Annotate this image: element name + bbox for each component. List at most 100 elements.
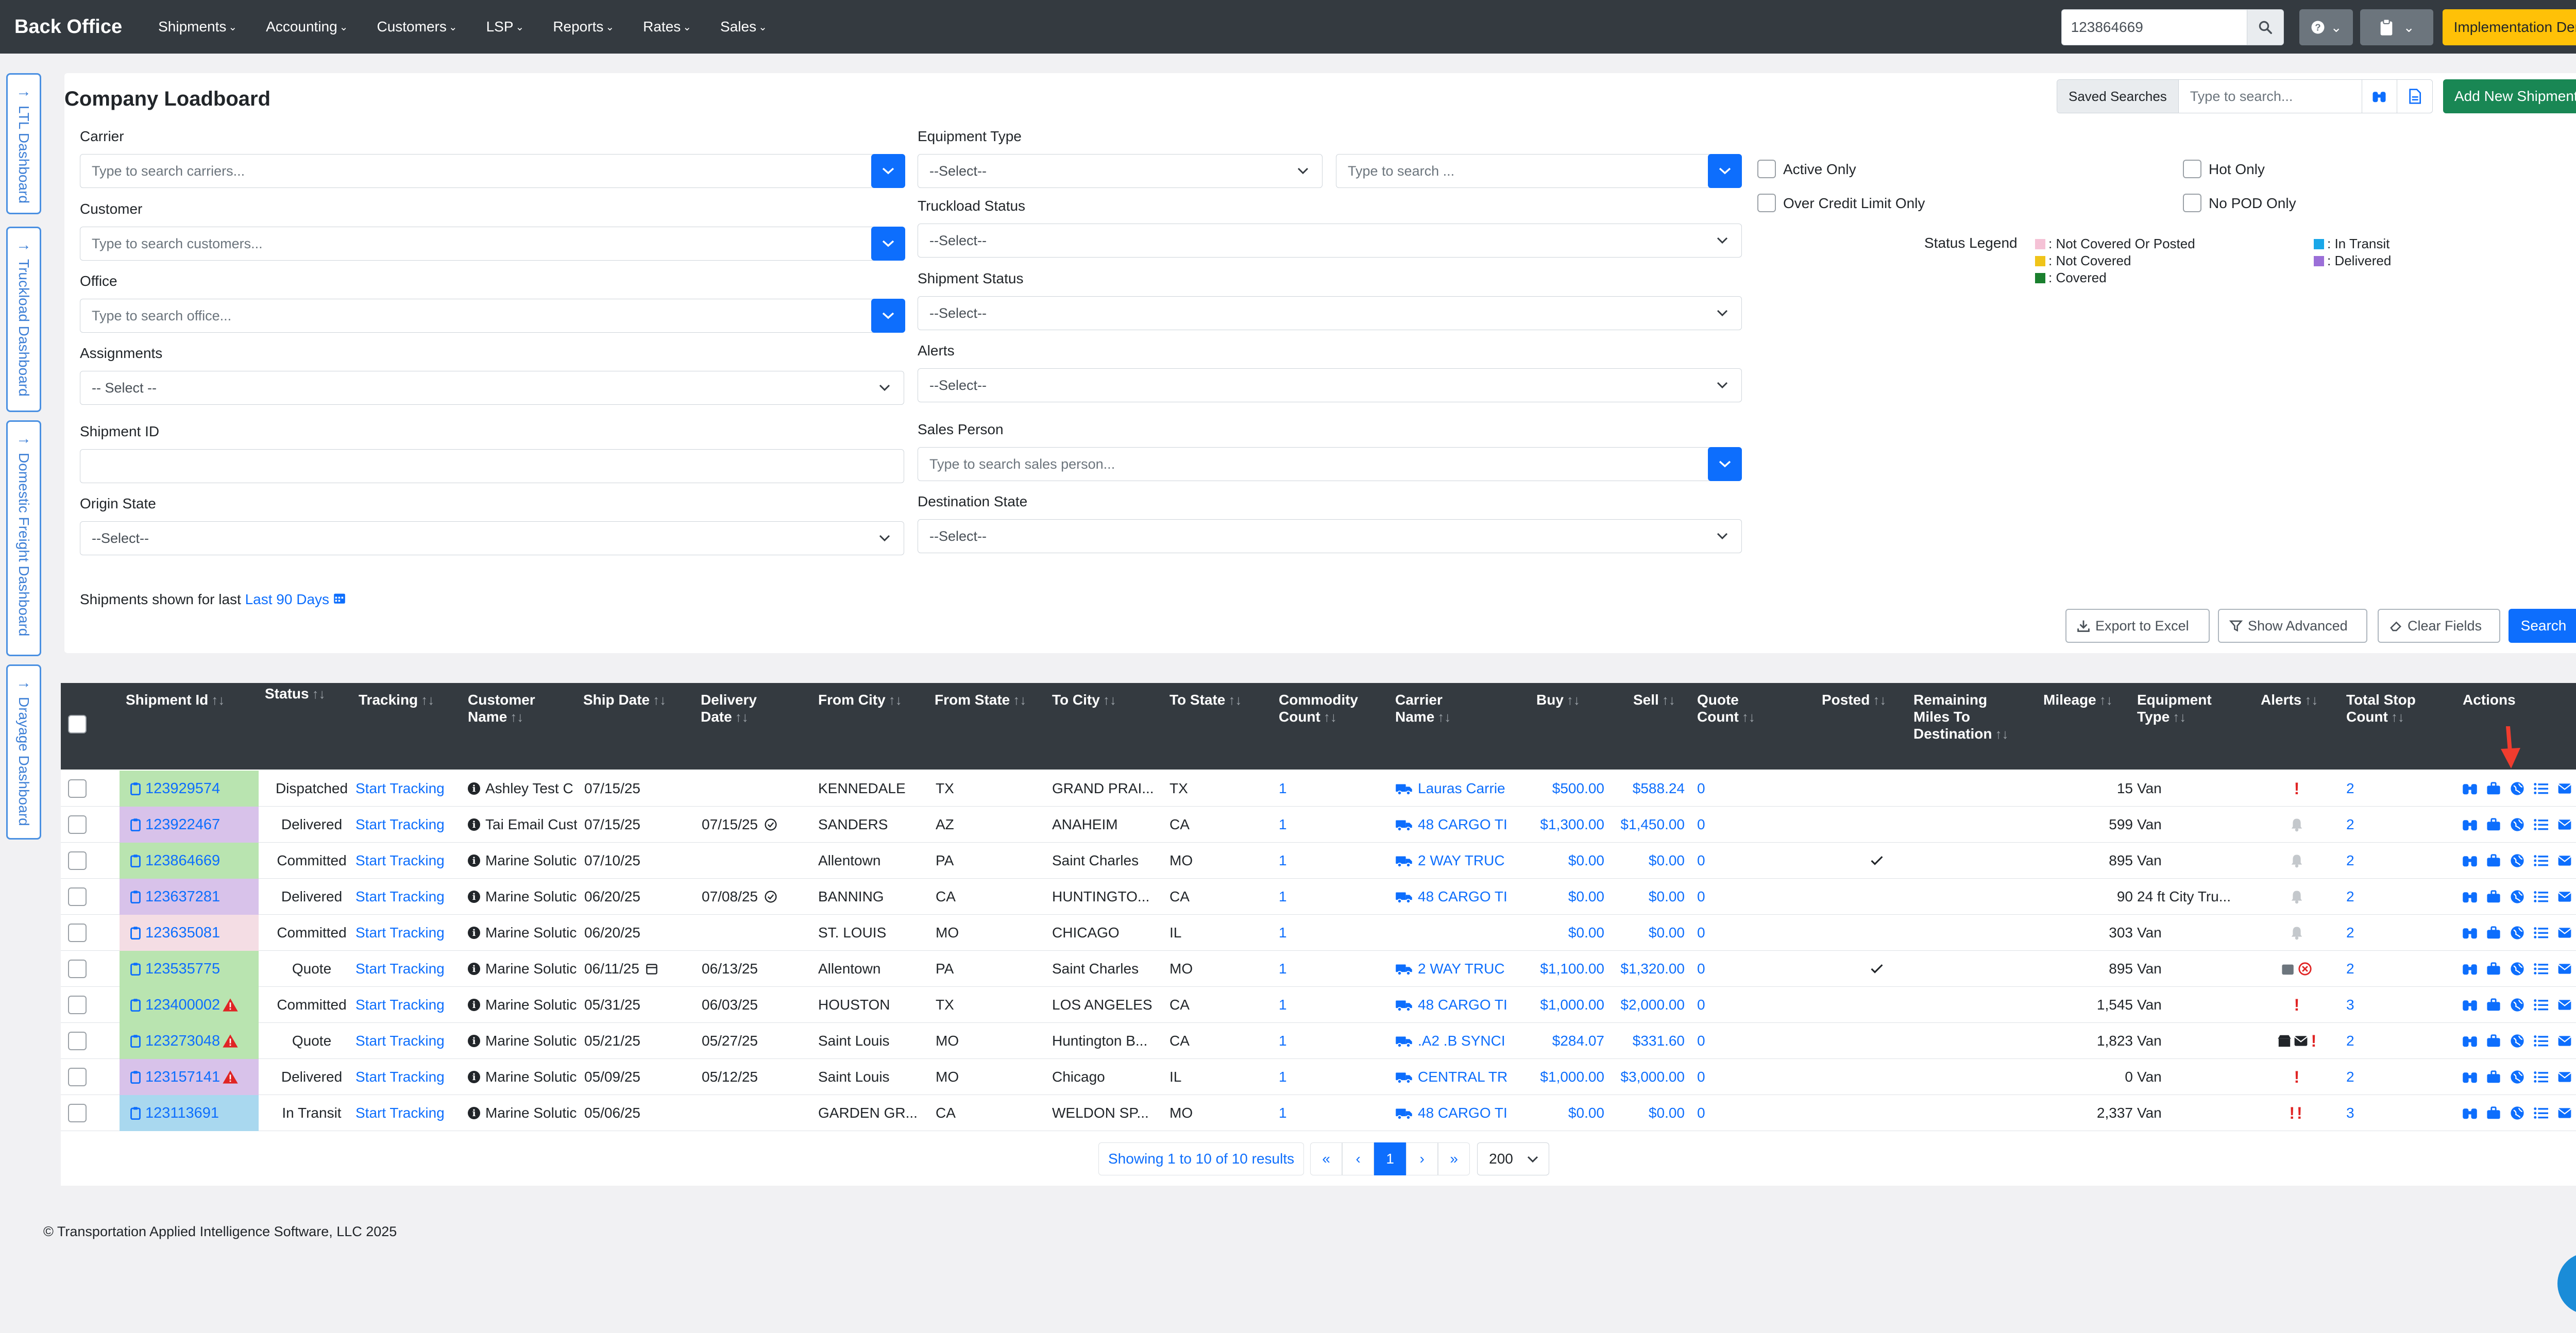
office-input[interactable]: Type to search office... [80, 299, 887, 333]
date-range-link[interactable]: Last 90 Days [245, 591, 329, 607]
briefcase-icon[interactable] [2485, 997, 2502, 1013]
sell-link[interactable]: $1,450.00 [1606, 807, 1685, 843]
last-page-button[interactable]: » [1438, 1142, 1470, 1175]
alert-exclamation-icon[interactable]: ! [2311, 1032, 2317, 1051]
buy-link[interactable]: $1,300.00 [1522, 807, 1604, 843]
info-icon[interactable]: i [468, 1107, 480, 1119]
binoculars-icon[interactable] [2462, 997, 2478, 1013]
row-checkbox[interactable] [68, 996, 87, 1014]
select-all-checkbox[interactable] [68, 715, 87, 733]
carrier-link[interactable]: 2 WAY TRUC [1395, 843, 1518, 879]
carrier-link[interactable]: .A2 .B SYNCI [1395, 1023, 1518, 1059]
binoculars-icon[interactable] [2462, 1033, 2478, 1049]
sell-link[interactable]: $0.00 [1606, 1095, 1685, 1131]
quote-count-link[interactable]: 0 [1697, 771, 1800, 807]
shipment-id-link[interactable]: 123922467 [120, 807, 259, 843]
header-alerts[interactable]: Alerts ↑↓ [2261, 691, 2318, 709]
first-page-button[interactable]: « [1310, 1142, 1343, 1175]
start-tracking-link[interactable]: Start Tracking [355, 987, 459, 1023]
shipment-id-input[interactable] [80, 449, 904, 483]
origin-state-select[interactable]: --Select-- [80, 521, 904, 555]
sell-link[interactable]: $331.60 [1606, 1023, 1685, 1059]
start-tracking-link[interactable]: Start Tracking [355, 843, 459, 879]
commodity-count-link[interactable]: 1 [1279, 1095, 1382, 1131]
start-tracking-link[interactable]: Start Tracking [355, 771, 459, 807]
saved-searches-input[interactable]: Type to search... [2179, 80, 2362, 113]
shipment-id-link[interactable]: 123273048 [120, 1023, 259, 1059]
envelope-icon[interactable] [2294, 1035, 2308, 1047]
carrier-link[interactable]: Lauras Carrie [1395, 771, 1518, 807]
quote-count-link[interactable]: 0 [1697, 1059, 1800, 1095]
office-dropdown-button[interactable] [871, 299, 905, 333]
help-dropdown-button[interactable]: ? ⌄ [2299, 9, 2353, 45]
binoculars-icon[interactable] [2462, 852, 2478, 869]
shipment-id-link[interactable]: 123864669 [120, 843, 259, 879]
list-icon[interactable] [2533, 780, 2549, 797]
row-checkbox[interactable] [68, 815, 87, 834]
binoculars-icon[interactable] [2462, 1105, 2478, 1121]
envelope-icon[interactable] [2556, 852, 2573, 869]
total-stop-count-link[interactable]: 2 [2346, 1059, 2408, 1095]
export-to-excel-button[interactable]: Export to Excel [2065, 609, 2210, 643]
sell-link[interactable]: $3,000.00 [1606, 1059, 1685, 1095]
list-icon[interactable] [2533, 816, 2549, 833]
briefcase-icon[interactable] [2485, 1105, 2502, 1121]
envelope-icon[interactable] [2556, 961, 2573, 977]
envelope-icon[interactable] [2556, 1033, 2573, 1049]
buy-link[interactable]: $500.00 [1522, 771, 1604, 807]
shipment-id-link[interactable]: 123535775 [120, 951, 259, 987]
shipment-id-link[interactable]: 123635081 [120, 915, 259, 951]
carrier-link[interactable]: CENTRAL TR [1395, 1059, 1518, 1095]
header-delivery-date[interactable]: Delivery Date ↑↓ [701, 691, 804, 726]
carrier-link[interactable] [1395, 915, 1518, 951]
alerts-select[interactable]: --Select-- [918, 368, 1742, 402]
commodity-count-link[interactable]: 1 [1279, 951, 1382, 987]
show-advanced-button[interactable]: Show Advanced [2218, 609, 2367, 643]
total-stop-count-link[interactable]: 2 [2346, 771, 2408, 807]
alert-exclamation-icon[interactable]: ! [2294, 1068, 2300, 1087]
nav-lsp[interactable]: LSP ⌄ [486, 19, 524, 35]
row-checkbox[interactable] [68, 1068, 87, 1086]
briefcase-icon[interactable] [2485, 888, 2502, 905]
save-search-button[interactable] [2362, 80, 2397, 113]
header-tracking[interactable]: Tracking ↑↓ [359, 691, 434, 709]
open-saved-search-button[interactable] [2397, 80, 2432, 113]
info-icon[interactable]: i [468, 818, 480, 831]
list-icon[interactable] [2533, 1069, 2549, 1085]
nav-customers[interactable]: Customers ⌄ [377, 19, 457, 35]
carrier-link[interactable]: 2 WAY TRUC [1395, 951, 1518, 987]
row-checkbox[interactable] [68, 779, 87, 798]
globe-icon[interactable] [2509, 888, 2526, 905]
info-icon[interactable]: i [468, 963, 480, 975]
briefcase-icon[interactable] [2485, 852, 2502, 869]
alert-exclamation-icon[interactable]: ! [2294, 996, 2300, 1015]
header-customer-name[interactable]: Customer Name ↑↓ [468, 691, 555, 726]
quote-count-link[interactable]: 0 [1697, 915, 1800, 951]
buy-link[interactable]: $1,000.00 [1522, 1059, 1604, 1095]
active-only-checkbox[interactable] [1757, 160, 1776, 178]
cancel-circle-icon[interactable] [2298, 962, 2312, 976]
total-stop-count-link[interactable]: 3 [2346, 987, 2408, 1023]
environment-dropdown[interactable]: Implementation Demo ⌄ [2442, 9, 2576, 45]
equipment-type-search-input[interactable]: Type to search ... [1336, 154, 1720, 188]
envelope-icon[interactable] [2556, 925, 2573, 941]
info-icon[interactable]: i [468, 1035, 480, 1047]
buy-link[interactable]: $1,000.00 [1522, 987, 1604, 1023]
header-shipment-id[interactable]: Shipment Id ↑↓ [126, 691, 225, 709]
briefcase-icon[interactable] [2485, 925, 2502, 941]
header-sell[interactable]: Sell ↑↓ [1633, 691, 1675, 709]
globe-icon[interactable] [2509, 925, 2526, 941]
envelope-icon[interactable] [2556, 816, 2573, 833]
info-icon[interactable]: i [468, 927, 480, 939]
total-stop-count-link[interactable]: 2 [2346, 1023, 2408, 1059]
sell-link[interactable]: $0.00 [1606, 915, 1685, 951]
carrier-input[interactable]: Type to search carriers... [80, 154, 887, 188]
side-tab-domestic-freight-dashboard[interactable]: → Domestic Freight Dashboard [6, 420, 41, 656]
list-icon[interactable] [2533, 888, 2549, 905]
clear-fields-button[interactable]: Clear Fields [2378, 609, 2500, 643]
sell-link[interactable]: $0.00 [1606, 843, 1685, 879]
info-icon[interactable]: i [468, 1071, 480, 1083]
row-checkbox[interactable] [68, 924, 87, 942]
header-mileage[interactable]: Mileage ↑↓ [2043, 691, 2113, 709]
briefcase-icon[interactable] [2485, 816, 2502, 833]
